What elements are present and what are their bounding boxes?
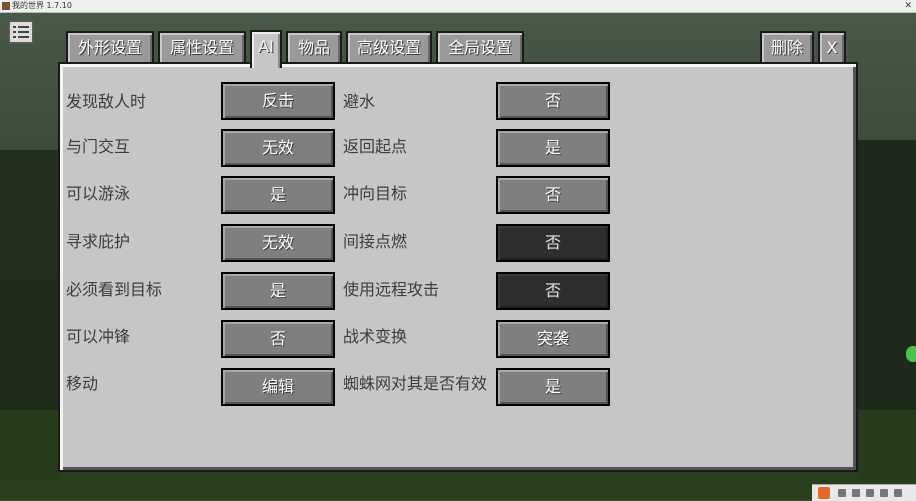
row-label: 战术变换 [343, 327, 408, 346]
row-label: 可以游泳 [66, 184, 131, 203]
menu-list-icon[interactable] [8, 20, 34, 44]
toggle-button[interactable]: 无效 [221, 224, 335, 262]
window-titlebar: 我的世界 1.7.10 ✕ [0, 0, 916, 13]
window-title: 我的世界 1.7.10 [12, 1, 72, 10]
tray-icon[interactable] [880, 489, 888, 497]
edit-movement-button[interactable]: 编辑 [221, 368, 335, 406]
ime-icon[interactable] [818, 487, 830, 499]
tray-icon[interactable] [852, 489, 860, 497]
ai-settings-panel [58, 62, 858, 472]
toggle-button[interactable]: 是 [221, 176, 335, 214]
tab-ai[interactable]: AI [250, 30, 282, 68]
tray-icon[interactable] [838, 489, 846, 497]
toggle-button[interactable]: 否 [496, 82, 610, 120]
toggle-button[interactable]: 否 [496, 176, 610, 214]
row-label: 蜘蛛网对其是否有效 [343, 374, 488, 393]
toggle-button[interactable]: 反击 [221, 82, 335, 120]
tab-advanced[interactable]: 高级设置 [346, 31, 432, 63]
tray-icon[interactable] [894, 489, 902, 497]
toggle-button[interactable]: 突袭 [496, 320, 610, 358]
row-label: 使用远程攻击 [343, 280, 440, 299]
row-label: 可以冲锋 [66, 327, 131, 346]
disabled-toggle-button: 否 [496, 224, 610, 262]
tab-items[interactable]: 物品 [286, 31, 342, 63]
floating-badge-icon[interactable] [906, 346, 916, 362]
delete-button[interactable]: 删除 [760, 31, 814, 63]
row-label: 移动 [66, 374, 99, 393]
row-label: 寻求庇护 [66, 232, 131, 251]
row-label: 间接点燃 [343, 232, 408, 251]
row-label: 与门交互 [66, 137, 131, 156]
toggle-button[interactable]: 是 [496, 368, 610, 406]
toggle-button[interactable]: 是 [496, 129, 610, 167]
toggle-button[interactable]: 无效 [221, 129, 335, 167]
system-tray [812, 484, 916, 501]
row-label: 必须看到目标 [66, 280, 163, 299]
tab-global[interactable]: 全局设置 [436, 31, 524, 63]
tab-attributes[interactable]: 属性设置 [158, 31, 246, 63]
row-label: 避水 [343, 92, 376, 111]
close-button[interactable]: X [818, 31, 846, 63]
row-label: 返回起点 [343, 137, 408, 156]
row-label: 发现敌人时 [66, 92, 147, 111]
toggle-button[interactable]: 是 [221, 272, 335, 310]
window-close-icon[interactable]: ✕ [904, 0, 912, 12]
disabled-toggle-button: 否 [496, 272, 610, 310]
tray-icon[interactable] [866, 489, 874, 497]
toggle-button[interactable]: 否 [221, 320, 335, 358]
row-label: 冲向目标 [343, 184, 408, 203]
app-icon [2, 2, 10, 10]
tab-appearance[interactable]: 外形设置 [66, 31, 154, 63]
